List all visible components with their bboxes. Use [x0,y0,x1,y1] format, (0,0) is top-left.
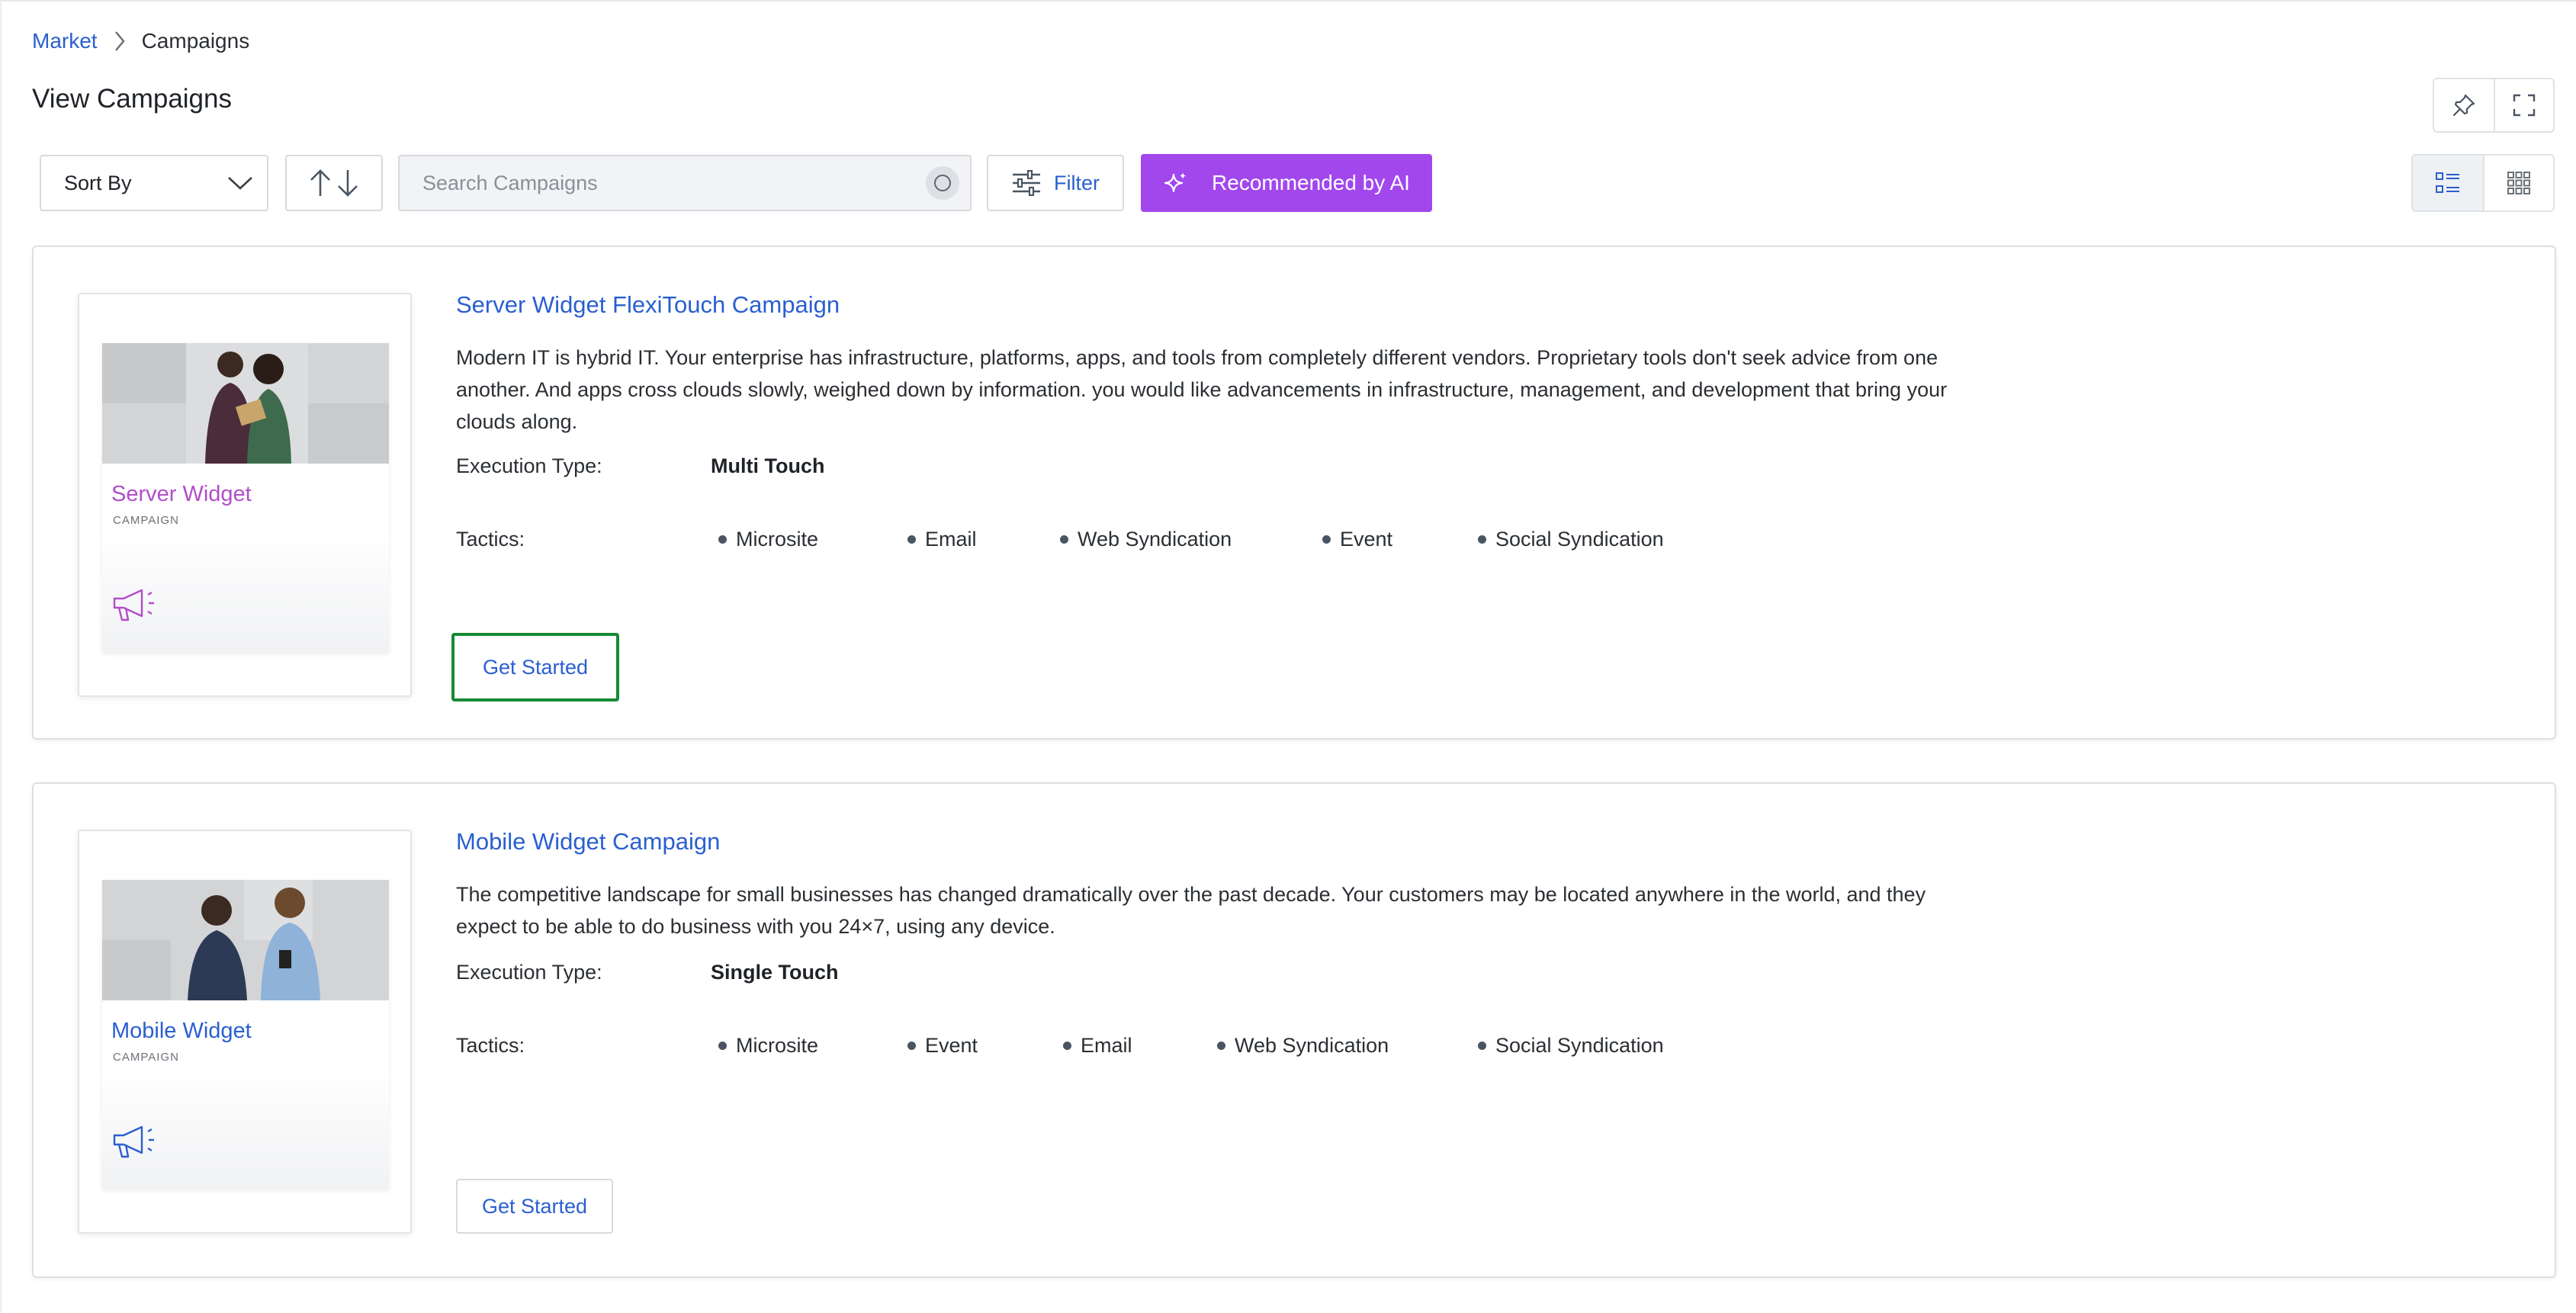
list-view-button[interactable] [2413,156,2483,210]
get-started-button[interactable]: Get Started [451,633,619,701]
page-actions [2433,78,2555,133]
thumbnail-subtitle: CAMPAIGN [113,514,179,527]
execution-type-label: Execution Type: [456,961,602,984]
tactic-item: Social Syndication [1478,1034,1664,1058]
thumbnail-title: Mobile Widget [111,1019,252,1043]
execution-type-value: Multi Touch [711,454,825,477]
fullscreen-icon [2513,94,2536,117]
breadcrumb-market-link[interactable]: Market [32,29,98,53]
breadcrumb-current: Campaigns [141,29,250,53]
view-toggle [2411,154,2555,212]
arrow-down-icon [338,170,358,197]
campaign-card: Server Widget CAMPAIGN Server Widget Fle… [32,246,2556,740]
ai-button-label: Recommended by AI [1212,171,1410,194]
tactic-item: Web Syndication [1217,1034,1389,1058]
campaign-card: Mobile Widget CAMPAIGN Mobile Widget Cam… [32,782,2556,1278]
sort-order-button[interactable] [285,155,383,211]
sort-by-label: Sort By [64,171,132,194]
megaphone-icon [111,587,159,626]
thumbnail-title: Server Widget [111,482,252,506]
campaign-description: Modern IT is hybrid IT. Your enterprise … [456,346,1948,433]
tactic-item: Microsite [718,528,818,551]
breadcrumb: Market Campaigns [32,26,249,56]
search-campaigns-field [398,155,972,211]
execution-type-value: Single Touch [711,961,839,984]
tactic-item: Email [907,528,977,551]
pin-button[interactable] [2434,79,2494,131]
tactic-item: Email [1063,1034,1132,1058]
list-view-icon [2436,172,2459,193]
tactic-item: Microsite [718,1034,818,1058]
tactic-item: Event [907,1034,978,1058]
grid-view-icon [2507,172,2530,194]
grid-view-button[interactable] [2483,156,2553,210]
recommended-by-ai-button[interactable]: Recommended by AI [1141,154,1432,212]
chevron-right-icon [98,26,142,56]
sliders-icon [1013,170,1040,196]
thumbnail-tile: Mobile Widget CAMPAIGN [102,880,389,1189]
sort-by-dropdown[interactable]: Sort By [40,155,268,211]
chevron-down-icon [228,177,252,190]
tactics-label: Tactics: [456,528,525,551]
campaign-photo [102,880,389,1000]
tactics-label: Tactics: [456,1034,525,1057]
thumbnail-tile: Server Widget CAMPAIGN [102,343,389,653]
filter-button[interactable]: Filter [987,155,1124,211]
thumbnail-subtitle: CAMPAIGN [113,1051,179,1064]
search-icon[interactable] [926,166,959,200]
sparkle-icon [1164,172,1187,193]
campaigns-page: Market Campaigns View Campaigns Sort By [0,0,2576,1313]
filter-label: Filter [1054,171,1100,194]
campaign-title-link[interactable]: Mobile Widget Campaign [456,828,720,856]
campaign-thumbnail[interactable]: Server Widget CAMPAIGN [78,293,412,697]
execution-type-label: Execution Type: [456,454,602,477]
search-input[interactable] [422,171,926,195]
fullscreen-button[interactable] [2494,79,2553,131]
arrow-up-icon [310,169,330,196]
pin-icon [2452,94,2475,117]
campaign-thumbnail[interactable]: Mobile Widget CAMPAIGN [78,830,412,1234]
megaphone-icon [111,1124,159,1163]
campaign-photo [102,343,389,464]
tactic-item: Event [1322,528,1392,551]
tactic-item: Web Syndication [1060,528,1232,551]
tactic-item: Social Syndication [1478,528,1664,551]
campaign-description: The competitive landscape for small busi… [456,883,1926,938]
get-started-button[interactable]: Get Started [456,1179,613,1234]
campaign-title-link[interactable]: Server Widget FlexiTouch Campaign [456,291,840,319]
toolbar: Sort By Filter [40,154,1432,212]
page-title: View Campaigns [32,84,232,114]
